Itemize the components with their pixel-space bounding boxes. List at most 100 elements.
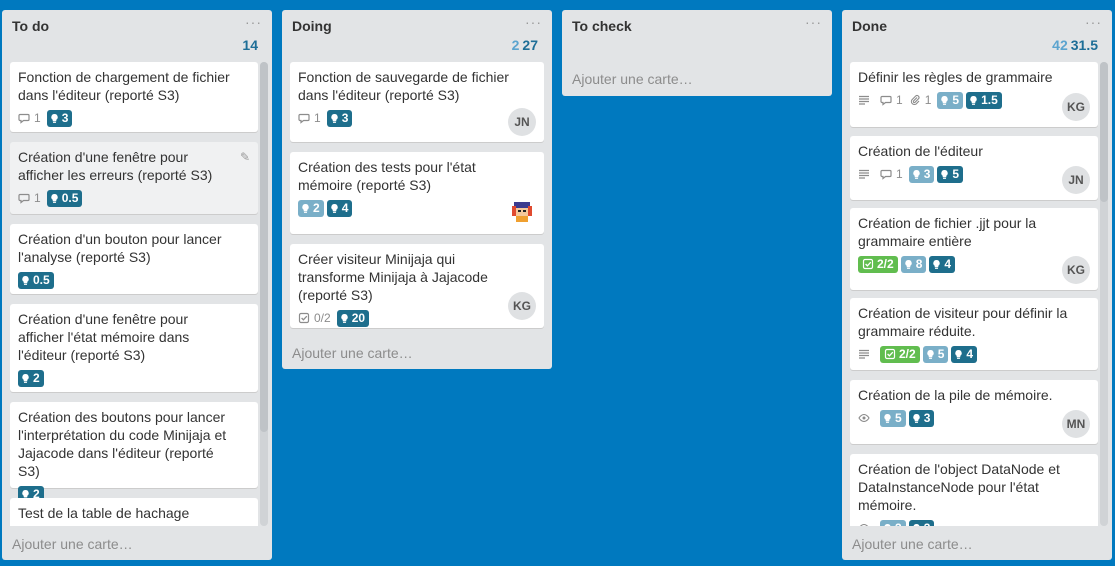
lightbulb-icon (883, 523, 892, 527)
points-value: 2 (33, 371, 40, 385)
points-badge: 2 (18, 369, 44, 387)
checklist-complete-badge: 2/2 (880, 345, 920, 363)
card[interactable]: Test de la table de hachage (reporté S3) (10, 498, 258, 526)
points-value: 5 (937, 347, 945, 361)
description-badge (858, 348, 874, 360)
points-value: 3 (61, 111, 69, 125)
card-list: Fonction de chargement de fichier dans l… (10, 62, 258, 526)
watch-badge (858, 522, 874, 526)
card[interactable]: Création de l'object DataNode et DataIns… (850, 454, 1098, 526)
lightbulb-icon (340, 313, 349, 324)
add-card-link[interactable]: Ajouter une carte… (292, 345, 413, 361)
comment-icon (298, 112, 310, 124)
add-card-link[interactable]: Ajouter une carte… (852, 536, 973, 552)
scrollbar[interactable] (1100, 62, 1108, 526)
comment-count: 1 (314, 111, 321, 125)
points-value: 5 (895, 411, 902, 425)
add-card-link[interactable]: Ajouter une carte… (572, 71, 693, 87)
list-title[interactable]: Done (852, 18, 887, 34)
list-points-estimate: 2 (511, 37, 520, 53)
card[interactable]: Création d'un bouton pour lancer l'analy… (10, 224, 258, 294)
card-badges: 2 4 (298, 198, 536, 218)
avatar[interactable]: KG (1062, 93, 1090, 121)
ellipsis-icon[interactable]: ··· (525, 14, 542, 30)
card-title: Créer visiteur Minijaja qui transforme M… (298, 251, 488, 303)
points-value: 4 (944, 257, 952, 271)
card-title: Création de fichier .jjt pour la grammai… (858, 215, 1037, 249)
points-estimate-badge: 5 (922, 345, 949, 363)
comment-icon (880, 168, 892, 180)
avatar-image[interactable] (508, 198, 536, 226)
lightbulb-icon (940, 169, 949, 180)
avatar[interactable]: JN (508, 108, 536, 136)
pencil-icon[interactable]: ✎ (240, 148, 250, 166)
points-estimate-badge: 3 (880, 519, 906, 527)
card[interactable]: Création de l'éditeur 1 3 5 JN (850, 136, 1098, 200)
card[interactable]: Création d'une fenêtre pour afficher les… (10, 142, 258, 214)
card-title: Création d'un bouton pour lancer l'analy… (18, 231, 222, 265)
card[interactable]: Fonction de chargement de fichier dans l… (10, 62, 258, 132)
card[interactable]: Création de visiteur pour définir la gra… (850, 298, 1098, 370)
card-title: Test de la table de hachage (reporté S3) (18, 505, 190, 526)
card[interactable]: Création des boutons pour lancer l'inter… (10, 402, 258, 503)
checklist-count: 0/2 (314, 311, 331, 325)
attachment-count: 1 (924, 93, 932, 107)
lightbulb-icon (21, 275, 30, 286)
checklist-icon (298, 312, 310, 324)
card-list: Définir les règles de grammaire 1 1 5 1.… (850, 62, 1098, 526)
card[interactable]: Définir les règles de grammaire 1 1 5 1.… (850, 62, 1098, 127)
comment-count: 1 (34, 111, 41, 125)
card-title: Définir les règles de grammaire (858, 69, 1053, 85)
card-title: Création de l'object DataNode et DataIns… (858, 461, 1060, 513)
checklist-badge: 0/2 (298, 309, 331, 327)
card[interactable]: Création des tests pour l'état mémoire (… (290, 152, 544, 234)
pixel-avatar-icon (512, 202, 532, 222)
scrollbar-thumb[interactable] (1100, 62, 1108, 202)
avatar[interactable]: MN (1062, 410, 1090, 438)
card-title: Fonction de chargement de fichier dans l… (18, 69, 230, 103)
card[interactable]: Fonction de sauvegarde de fichier dans l… (290, 62, 544, 142)
list-points-total: 42 31.5 (1052, 37, 1098, 53)
comment-badge: 1 (18, 189, 41, 207)
avatar[interactable]: KG (1062, 256, 1090, 284)
points-badge: 5 (937, 165, 964, 183)
points-value: 1.5 (981, 93, 998, 107)
card-badges: 0.5 (18, 270, 250, 290)
comment-badge: 1 (880, 165, 903, 183)
card[interactable]: Création d'une fenêtre pour afficher l'é… (10, 304, 258, 392)
eye-icon (858, 522, 870, 526)
points-value: 5 (952, 167, 960, 181)
ellipsis-icon[interactable]: ··· (245, 14, 262, 30)
checklist-icon (862, 258, 874, 270)
ellipsis-icon[interactable]: ··· (805, 14, 822, 30)
add-card-link[interactable]: Ajouter une carte… (12, 536, 133, 552)
list-to-do: To do ··· 14 Fonction de chargement de f… (2, 10, 272, 560)
list-header: Doing ··· 2 27 (282, 10, 552, 58)
comment-badge: 1 (298, 109, 321, 127)
list-title[interactable]: Doing (292, 18, 332, 34)
card[interactable]: Création de fichier .jjt pour la grammai… (850, 208, 1098, 290)
card[interactable]: Créer visiteur Minijaja qui transforme M… (290, 244, 544, 328)
avatar[interactable]: KG (508, 292, 536, 320)
ellipsis-icon[interactable]: ··· (1085, 14, 1102, 30)
card-list: Fonction de sauvegarde de fichier dans l… (290, 62, 544, 332)
points-value: 0.5 (61, 191, 79, 205)
comment-count: 1 (896, 93, 903, 107)
paperclip-icon (909, 94, 921, 106)
lightbulb-icon (301, 203, 310, 214)
points-badge: 4 (951, 345, 978, 363)
lightbulb-icon (912, 413, 921, 424)
comment-badge: 1 (880, 91, 903, 109)
comment-count: 1 (896, 167, 903, 181)
scrollbar[interactable] (260, 62, 268, 526)
card[interactable]: Création de la pile de mémoire. 5 3 MN (850, 380, 1098, 444)
avatar[interactable]: JN (1062, 166, 1090, 194)
points-estimate-badge: 5 (937, 91, 964, 109)
lightbulb-icon (940, 95, 949, 106)
list-title[interactable]: To check (572, 18, 632, 34)
comment-badge: 1 (18, 109, 41, 127)
scrollbar-thumb[interactable] (260, 62, 268, 432)
card-badges: 1 3 5 (858, 164, 1090, 184)
list-title[interactable]: To do (12, 18, 49, 34)
lightbulb-icon (926, 349, 935, 360)
